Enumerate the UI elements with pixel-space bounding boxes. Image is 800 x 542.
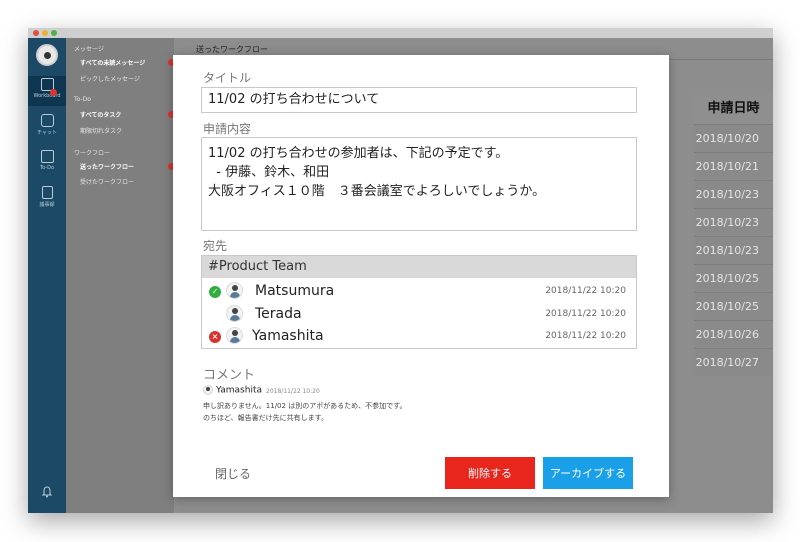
recipient-date: 2018/11/22 10:20 [545, 309, 626, 319]
recipient-list: #Product Team ✓ Matsumura 2018/11/22 10:… [201, 255, 637, 349]
table-row[interactable]: 2018/10/23 [694, 180, 773, 208]
messages-header: メッセージ [74, 46, 104, 53]
sent-workflow-item[interactable]: 送ったワークフロー [80, 162, 134, 171]
rejected-x-icon: × [209, 331, 221, 343]
content-label: 申請内容 [203, 122, 252, 136]
rail-label-notebook: 議事録 [39, 202, 55, 208]
content-line: 大阪オフィス１０階 ３番会議室でよろしいでしょうか。 [208, 184, 546, 199]
content-line: - 伊藤、鈴木、和田 [208, 165, 330, 180]
minimize-window-button[interactable] [42, 30, 48, 36]
comment-body: 申し訳ありません。11/02 は別のアポがあるため、不参加です。 のちほど、報告… [203, 400, 407, 424]
content-line: 11/02 の打ち合わせの参加者は、下記の予定です。 [208, 146, 509, 161]
left-panel: メッセージ すべての未読メッセージ ピックしたメッセージ To-Do すべてのタ… [66, 38, 175, 513]
recipient-date: 2018/11/22 10:20 [545, 331, 626, 341]
rail-item-notifications[interactable] [28, 486, 66, 502]
zoom-window-button[interactable] [51, 30, 57, 36]
comment-header: Yamashita 2018/11/22 10:20 [203, 385, 320, 396]
received-workflow-item[interactable]: 受けたワークフロー [80, 177, 134, 186]
recipient-name: Terada [255, 306, 302, 322]
table-row[interactable]: 2018/10/26 [694, 320, 773, 348]
recipient-date: 2018/11/22 10:20 [545, 286, 626, 296]
close-button[interactable]: 閉じる [215, 465, 251, 482]
recipient-avatar [226, 282, 243, 299]
comment-line: 申し訳ありません。11/02 は別のアポがあるため、不参加です。 [203, 402, 407, 410]
rail-item-workboard[interactable]: Workboard [28, 76, 66, 106]
notebook-icon [41, 186, 53, 199]
checkbox-icon [40, 150, 54, 163]
rail-label-chat: チャット [37, 130, 57, 136]
user-avatar[interactable] [36, 44, 58, 66]
recipient-group: #Product Team [202, 256, 636, 278]
table-row[interactable]: 2018/10/25 [694, 264, 773, 292]
rail-item-todo[interactable]: To-Do [28, 150, 66, 176]
table-row[interactable]: 2018/10/25 [694, 292, 773, 320]
workflow-detail-dialog: タイトル 11/02 の打ち合わせについて 申請内容 11/02 の打ち合わせの… [173, 55, 669, 497]
todo-header: To-Do [74, 96, 91, 103]
all-tasks-item[interactable]: すべてのタスク [80, 110, 121, 119]
date-column-header[interactable]: 申請日時 [694, 94, 773, 124]
unread-messages-item[interactable]: すべての未読メッセージ [80, 58, 145, 67]
table-row[interactable]: 2018/10/23 [694, 208, 773, 236]
comment-avatar [203, 385, 213, 395]
recipient-avatar [226, 305, 243, 322]
comment-label: コメント [203, 368, 256, 383]
recipient-row: × Yamashita 2018/11/22 10:20 [202, 325, 636, 347]
archive-button[interactable]: アーカイブする [543, 457, 633, 489]
workflow-header: ワークフロー [74, 150, 111, 157]
picked-messages-item[interactable]: ピックしたメッセージ [80, 74, 140, 83]
rail-label-todo: To-Do [39, 165, 55, 171]
chat-icon [40, 114, 54, 127]
bell-icon [41, 486, 53, 498]
recipient-row: Terada 2018/11/22 10:20 [202, 303, 636, 325]
content-field[interactable]: 11/02 の打ち合わせの参加者は、下記の予定です。 - 伊藤、鈴木、和田 大阪… [201, 137, 637, 231]
title-label: タイトル [203, 71, 252, 85]
close-window-button[interactable] [33, 30, 39, 36]
approved-check-icon: ✓ [209, 286, 221, 298]
title-field[interactable]: 11/02 の打ち合わせについて [201, 87, 637, 113]
rail-item-chat[interactable]: チャット [28, 114, 66, 140]
overdue-tasks-item[interactable]: 期限切れタスク [80, 126, 122, 135]
comment-date: 2018/11/22 10:20 [266, 387, 320, 395]
navigation-rail: Workboard チャット To-Do 議事録 [28, 38, 66, 513]
table-row[interactable]: 2018/10/20 [694, 124, 773, 152]
comment-line: のちほど、報告書だけ先に共有します。 [203, 414, 328, 422]
table-row[interactable]: 2018/10/23 [694, 236, 773, 264]
table-row[interactable]: 2018/10/21 [694, 152, 773, 180]
recipient-row: ✓ Matsumura 2018/11/22 10:20 [202, 280, 636, 302]
recipient-name: Matsumura [255, 283, 335, 299]
comment-author: Yamashita [216, 385, 262, 396]
delete-button[interactable]: 削除する [445, 457, 535, 489]
recipient-name: Yamashita [252, 328, 324, 344]
rail-item-notebook[interactable]: 議事録 [28, 186, 66, 212]
title-bar [28, 28, 773, 38]
recipient-avatar [226, 327, 243, 344]
destination-label: 宛先 [203, 239, 228, 253]
notification-badge [50, 89, 57, 96]
table-row[interactable]: 2018/10/27 [694, 348, 773, 376]
